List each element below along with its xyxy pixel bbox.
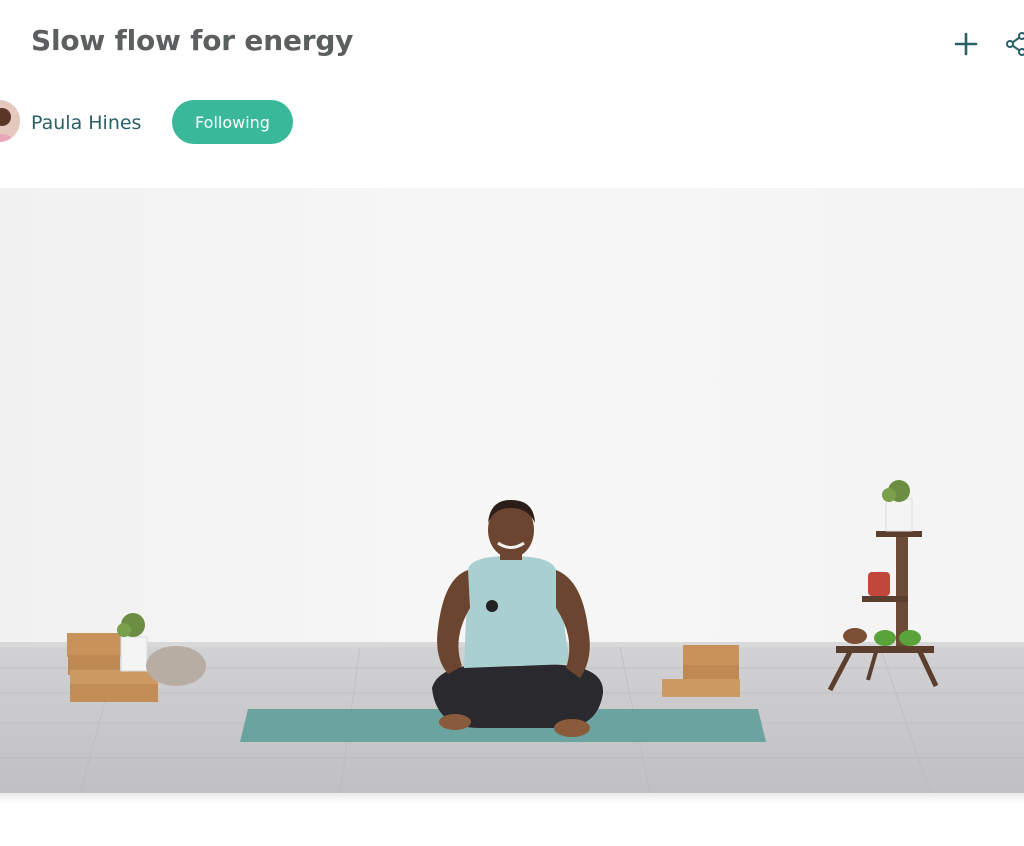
author-name[interactable]: Paula Hines <box>31 112 141 134</box>
share-icon[interactable] <box>1006 30 1024 58</box>
video-frame <box>0 188 1024 793</box>
plus-icon[interactable] <box>950 28 982 60</box>
following-button[interactable]: Following <box>172 100 293 144</box>
divider <box>0 793 1024 803</box>
page-title: Slow flow for energy <box>31 24 354 57</box>
author-row: Paula Hines Following <box>0 100 1024 144</box>
video-header: Slow flow for energy Paula Hines Followi… <box>0 0 1024 188</box>
avatar[interactable] <box>0 100 20 142</box>
avatar-image <box>0 100 20 142</box>
video-player[interactable] <box>0 188 1024 793</box>
